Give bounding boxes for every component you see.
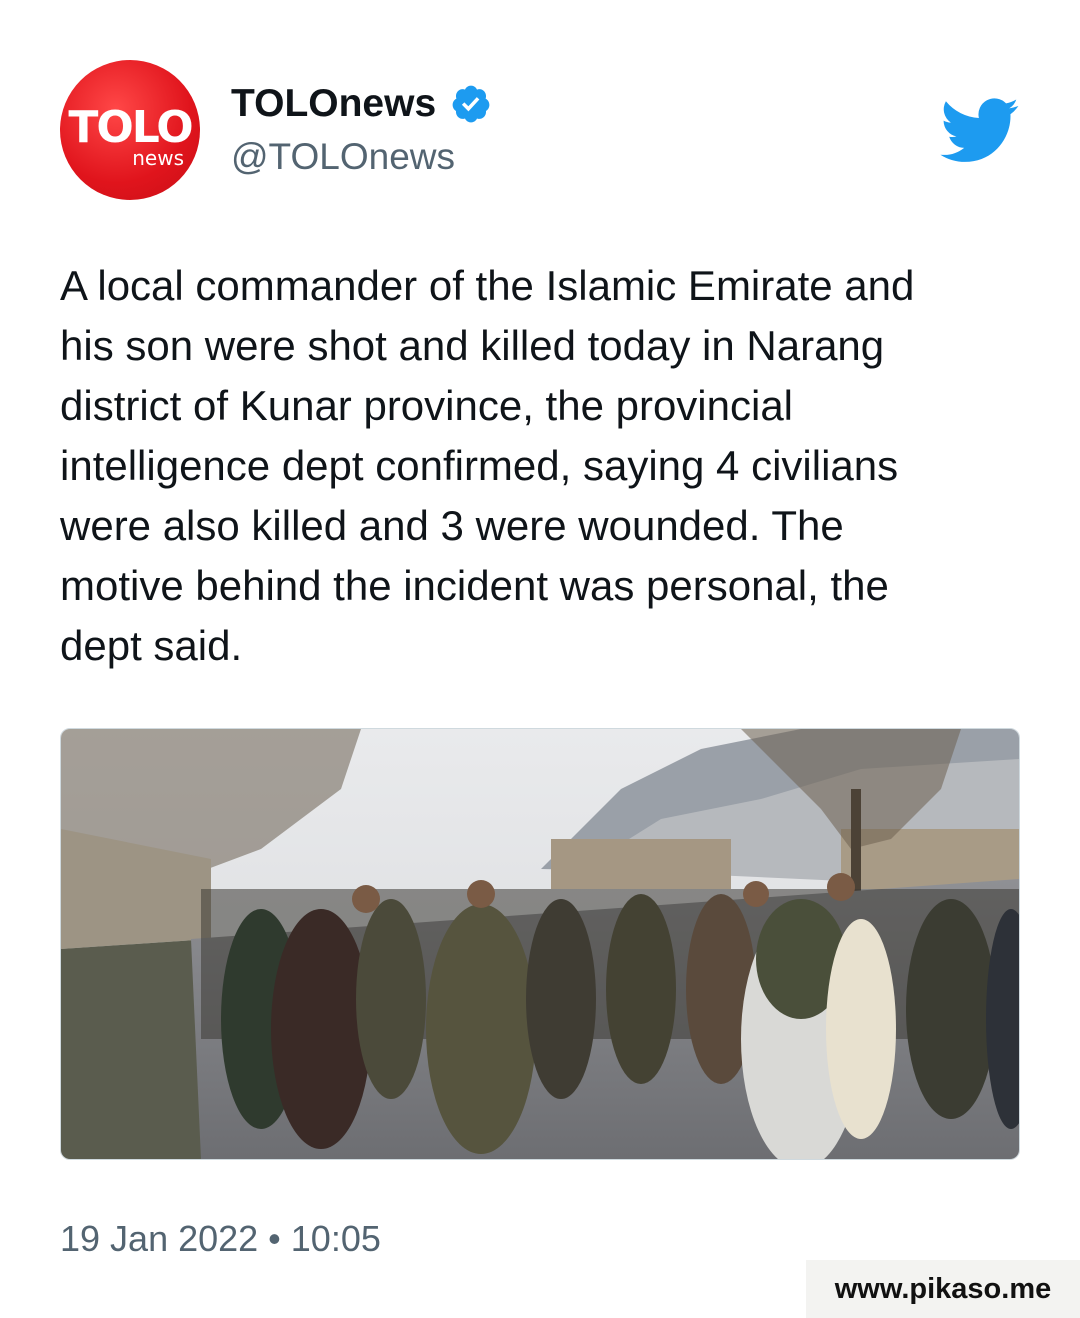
author-name-row: TOLOnews — [231, 82, 492, 126]
tweet-text-line: were also killed and 3 were wounded. The — [60, 502, 844, 549]
tweet-text-line: motive behind the incident was personal,… — [60, 562, 889, 609]
avatar[interactable]: TOLO news — [60, 60, 200, 200]
tweet-text-line: intelligence dept confirmed, saying 4 ci… — [60, 442, 899, 489]
watermark: www.pikaso.me — [806, 1260, 1080, 1318]
tweet-timestamp[interactable]: 19 Jan 2022 • 10:05 — [60, 1218, 381, 1260]
tweet-text: A local commander of the Islamic Emirate… — [60, 256, 1020, 676]
tweet-text-line: his son were shot and killed today in Na… — [60, 322, 885, 369]
handle[interactable]: @TOLOnews — [231, 136, 455, 178]
avatar-logo-subtext: news — [132, 146, 184, 170]
tweet-photo[interactable] — [60, 728, 1020, 1160]
tweet-text-line: district of Kunar province, the provinci… — [60, 382, 794, 429]
photo-scene — [61, 729, 1019, 1159]
display-name[interactable]: TOLOnews — [231, 82, 436, 126]
verified-badge-icon — [452, 85, 490, 123]
tweet-text-line: A local commander of the Islamic Emirate… — [60, 262, 915, 309]
twitter-bird-icon — [940, 98, 1019, 162]
tweet-text-line: dept said. — [60, 622, 243, 669]
